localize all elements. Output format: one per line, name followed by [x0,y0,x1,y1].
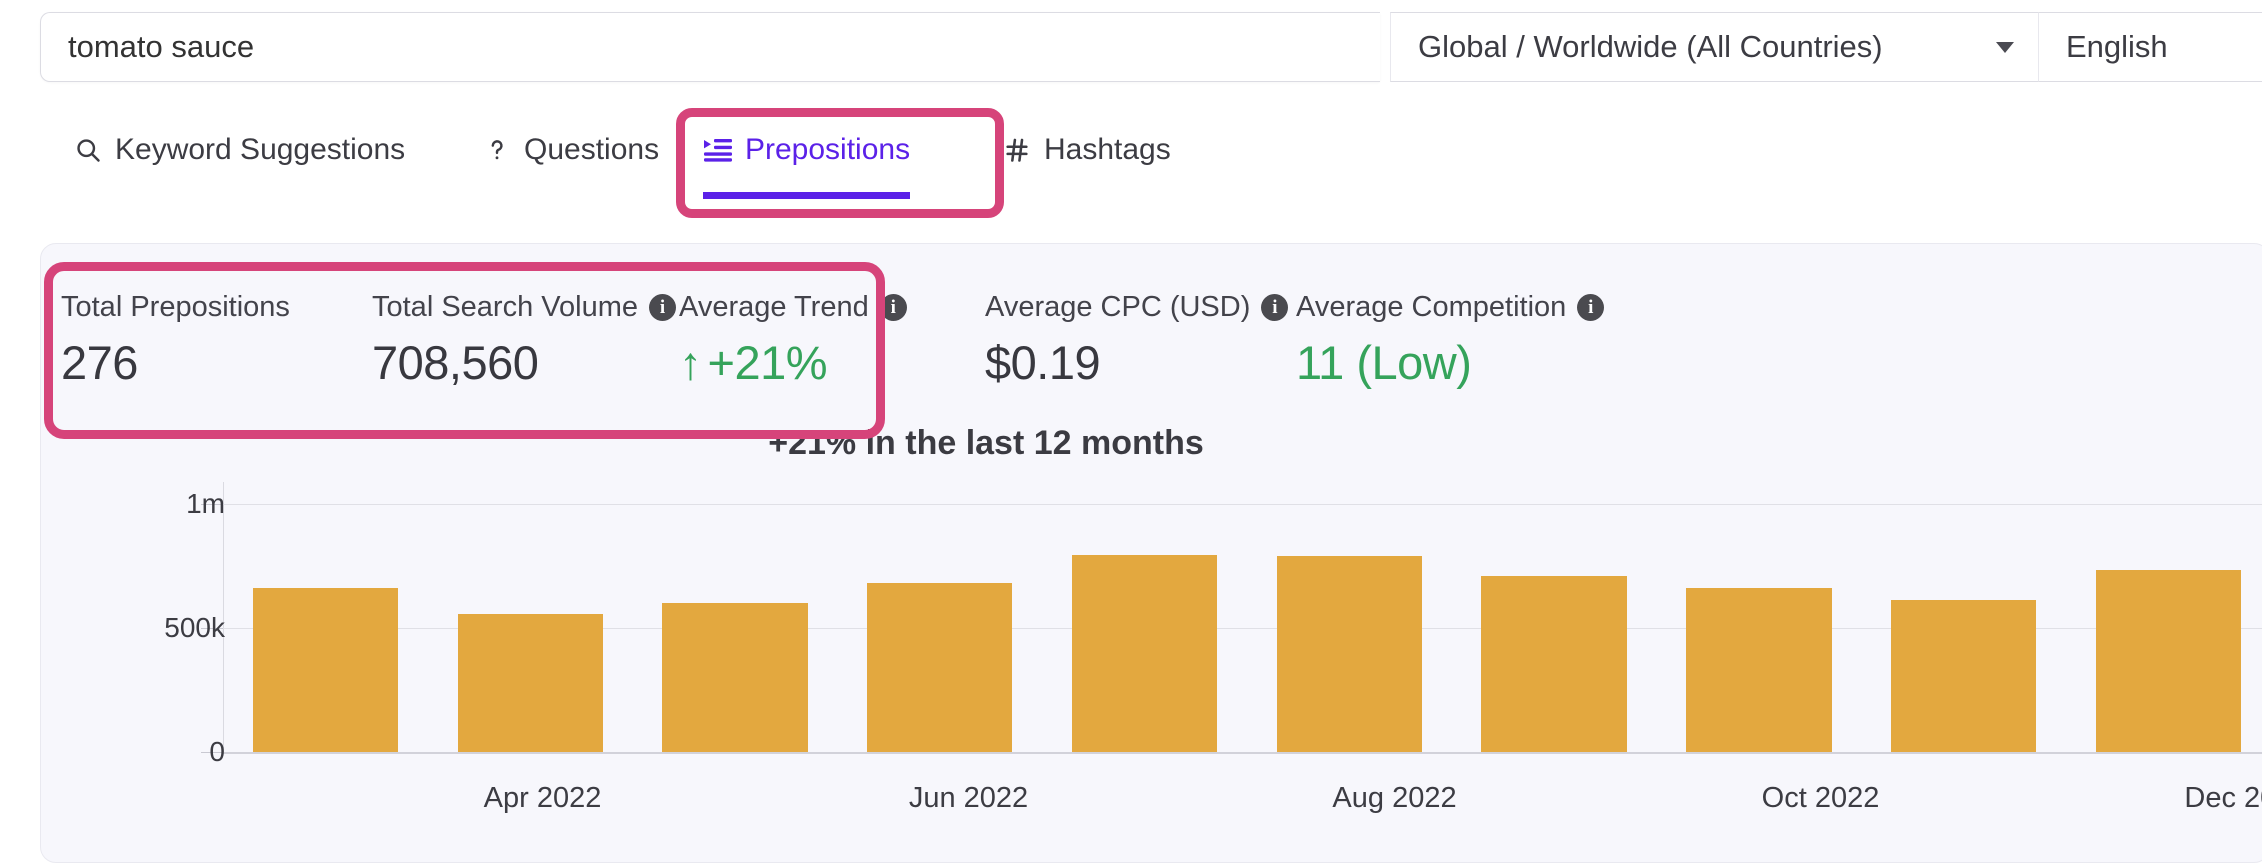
stat-total-search-volume-value: 708,560 [372,336,539,389]
bar-slot [1042,482,1247,752]
stat-total-prepositions: Total Prepositions 276 [61,291,290,390]
stat-average-trend-label: Average Trend i [679,291,907,324]
stat-average-trend: Average Trend i ↑ +21% [679,291,907,390]
gridline [223,752,2262,754]
stat-average-cpc-text: Average CPC (USD) [985,291,1251,323]
bar-slot [1247,482,1452,752]
bar-slot [2066,482,2262,752]
stat-average-trend-value: ↑ +21% [679,335,907,390]
stat-average-trend-number: +21% [707,336,828,389]
info-icon[interactable]: i [1261,294,1289,321]
stat-total-search-volume: Total Search Volume i 708,560 [372,291,676,390]
language-dropdown-label: English [2066,29,2168,64]
bar[interactable] [252,587,399,752]
info-icon[interactable]: i [648,294,676,321]
bar[interactable] [1891,599,2037,752]
bar[interactable] [1481,575,1627,752]
info-icon[interactable]: i [879,294,907,321]
chart-plot-area: 0 500k 1m [141,482,2262,767]
tab-questions[interactable]: Questions [482,112,659,196]
x-axis-tick-label: Apr 2022 [483,782,602,814]
bar-slot [1452,482,1657,752]
keyword-search-field[interactable] [40,12,1380,82]
bar-slot [633,482,838,752]
country-dropdown[interactable]: Global / Worldwide (All Countries) [1390,12,2038,82]
stat-average-competition-text: Average Competition [1296,291,1567,323]
y-axis-tick-label: 1m [186,488,225,519]
x-axis-tick-label: Aug 2022 [1332,782,1457,814]
country-dropdown-label: Global / Worldwide (All Countries) [1418,29,1883,64]
x-axis-tick-label: Jun 2022 [908,782,1029,814]
bar-slot [837,482,1042,752]
bar[interactable] [2095,569,2242,752]
search-input[interactable] [41,29,1380,65]
info-icon[interactable]: i [1577,294,1605,321]
x-axis-tick-label: Dec 2022 [2184,782,2262,814]
result-tabs: Keyword Suggestions Questions Prepositio… [0,112,2262,307]
tab-questions-label: Questions [524,133,660,166]
bar-slot [1657,482,1862,752]
tab-hashtags-label: Hashtags [1044,133,1171,166]
tab-prepositions[interactable]: Prepositions [703,112,911,199]
y-axis-tick-label: 500k [164,612,225,643]
stat-average-cpc-label: Average CPC (USD) i [985,291,1289,324]
bar[interactable] [1686,587,1832,752]
bar-slot [1861,482,2066,752]
stat-total-prepositions-label: Total Prepositions [61,291,290,323]
bar[interactable] [662,602,808,752]
stat-average-cpc: Average CPC (USD) i $0.19 [985,291,1289,390]
search-volume-trend-chart: +21% in the last 12 months 0 500k 1m Apr 2… [41,424,2262,862]
bar-slot [223,482,428,752]
summary-stats-row: Total Prepositions 276 Total Search Volu… [41,244,2262,424]
stat-average-cpc-value: $0.19 [985,336,1101,389]
tab-keyword-suggestions-label: Keyword Suggestions [115,133,406,166]
tab-prepositions-label: Prepositions [745,133,911,166]
bar-series [223,482,2262,752]
question-mark-icon [482,135,512,165]
tab-hashtags[interactable]: Hashtags [1002,112,1171,196]
search-bar-row: Global / Worldwide (All Countries) Engli… [0,0,2262,97]
x-axis-labels: Apr 2022 Jun 2022 Aug 2022 Oct 2022 Dec 2022 [223,782,2262,832]
hash-icon [1002,135,1032,165]
bar-slot [428,482,633,752]
chart-title: +21% in the last 12 months [768,424,1204,462]
arrow-up-icon: ↑ [679,336,702,389]
active-tab-indicator [703,192,911,199]
stat-total-prepositions-value: 276 [61,336,138,389]
search-icon [73,135,103,165]
tab-keyword-suggestions[interactable]: Keyword Suggestions [73,112,405,196]
metrics-and-trend-panel: Total Prepositions 276 Total Search Volu… [40,243,2262,863]
bar[interactable] [457,613,603,752]
bar[interactable] [867,583,1013,752]
stat-average-competition-value: 11 (Low) [1296,336,1472,389]
stat-average-trend-text: Average Trend [679,291,869,323]
bar[interactable] [1071,554,1218,752]
stat-average-competition-label: Average Competition i [1296,291,1605,324]
language-dropdown[interactable]: English [2038,12,2262,82]
bar[interactable] [1276,556,1423,752]
stat-average-competition: Average Competition i 11 (Low) [1296,291,1605,390]
stat-total-search-volume-text: Total Search Volume [372,291,638,323]
stat-total-search-volume-label: Total Search Volume i [372,291,676,324]
list-arrow-icon [703,135,733,165]
x-axis-tick-label: Oct 2022 [1761,782,1880,814]
chevron-down-icon [1996,41,2014,53]
